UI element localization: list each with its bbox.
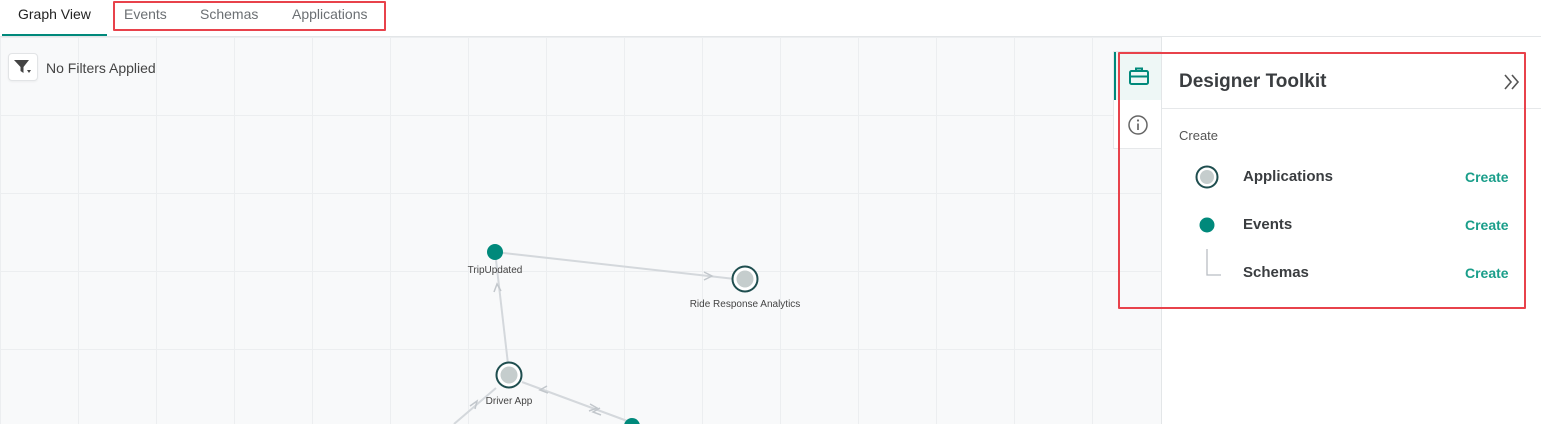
app-node-driver-app[interactable]: [495, 361, 523, 389]
toolkit-row-label: Schemas: [1243, 264, 1309, 281]
schema-connector-icon: [1192, 247, 1222, 283]
node-label-tripupdated: TripUpdated: [467, 265, 523, 276]
info-icon: [1128, 115, 1148, 135]
filter-icon: [14, 60, 31, 73]
toolkit-row-schemas: Schemas Create: [1162, 249, 1541, 291]
event-node-tripupdated[interactable]: [487, 244, 503, 260]
toolkit-row-applications: Applications Create: [1162, 159, 1541, 195]
info-tab-button[interactable]: [1114, 101, 1162, 149]
panel-icon-strip: [1113, 51, 1162, 149]
toolkit-row-label: Events: [1243, 216, 1293, 233]
create-application-button[interactable]: Create: [1465, 169, 1509, 185]
collapse-panel-button[interactable]: [1501, 71, 1523, 93]
edge-tripupdated-to-ride-response: [494, 251, 736, 280]
create-event-button[interactable]: Create: [1465, 217, 1509, 233]
filter-button[interactable]: [8, 53, 38, 81]
create-section-label: Create: [1179, 128, 1219, 143]
node-label-ride-response-analytics: Ride Response Analytics: [689, 299, 801, 310]
graph-edges: [453, 244, 759, 424]
toolkit-row-events: Events Create: [1162, 207, 1541, 243]
double-chevron-right-icon: [1504, 74, 1520, 90]
node-label-driver-app: Driver App: [485, 396, 533, 407]
panel-title: Designer Toolkit: [1179, 71, 1327, 92]
application-node-icon: [1192, 165, 1222, 189]
event-node-icon: [1192, 213, 1222, 237]
toolbox-icon: [1129, 67, 1149, 85]
toolkit-row-label: Applications: [1243, 168, 1334, 185]
toolkit-tab-button[interactable]: [1114, 52, 1162, 100]
filter-status-text: No Filters Applied: [46, 60, 156, 76]
edge-event-to-driverapp: [521, 381, 631, 423]
create-schema-button[interactable]: Create: [1465, 265, 1509, 281]
panel-header: Designer Toolkit: [1162, 51, 1541, 109]
designer-toolkit-panel: Designer Toolkit Create Applications Cre…: [1161, 37, 1541, 424]
event-node-offscreen[interactable]: [624, 418, 640, 424]
app-node-ride-response-analytics[interactable]: [731, 265, 759, 293]
